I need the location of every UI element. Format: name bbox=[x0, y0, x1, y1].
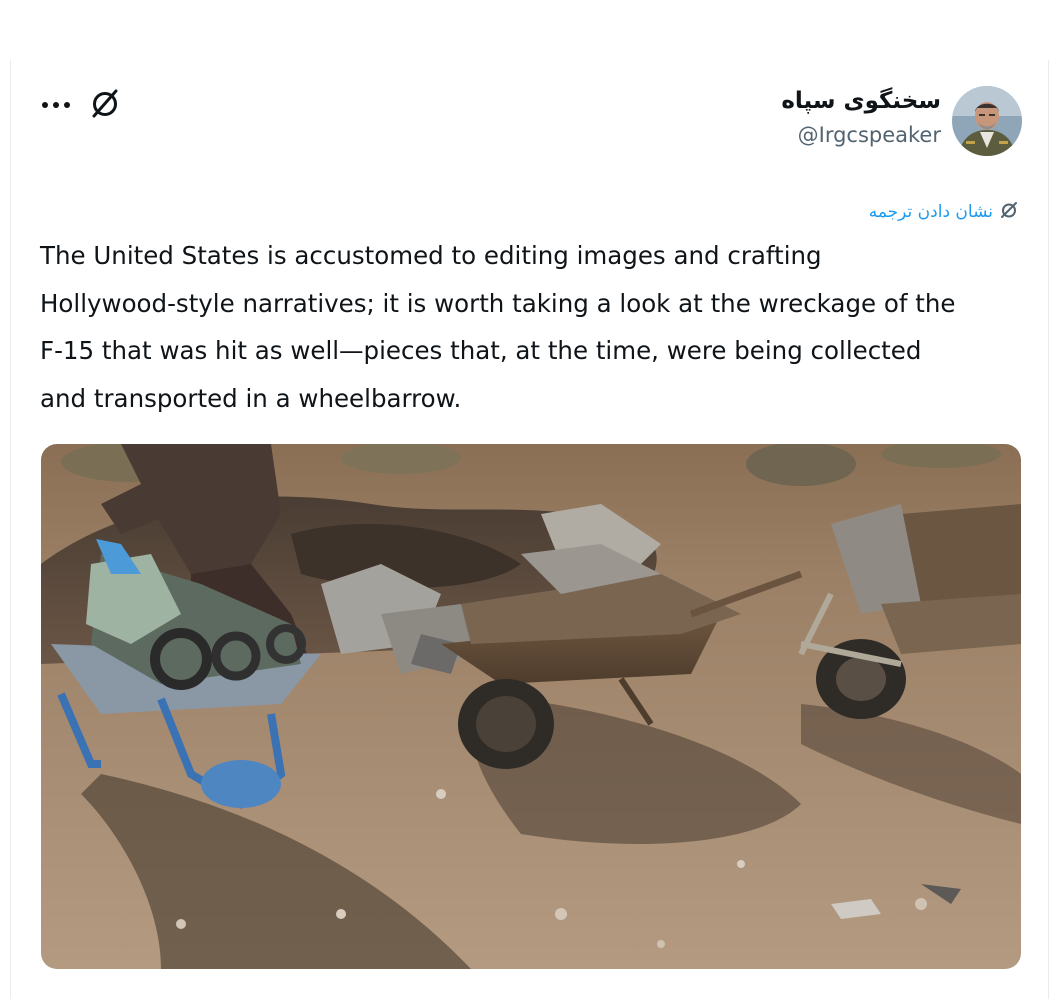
tweet-header: سخنگوی سپاه @Irgcspeaker bbox=[0, 82, 1059, 162]
tweet-photo[interactable] bbox=[41, 444, 1021, 969]
avatar[interactable] bbox=[952, 86, 1022, 156]
tweet-text-line: and transported in a wheelbarrow. bbox=[40, 383, 462, 413]
translate-link[interactable]: نشان دادن ترجمه bbox=[869, 197, 1019, 227]
tweet-text: The United States is accustomed to editi… bbox=[40, 232, 1030, 422]
author-handle[interactable]: @Irgcspeaker bbox=[781, 120, 941, 150]
tweet-text-line: The United States is accustomed to editi… bbox=[40, 241, 822, 270]
card-border-right bbox=[1048, 60, 1049, 999]
tweet-text-line: Hollywood-style narratives; it is worth … bbox=[40, 288, 956, 318]
more-horizontal-icon[interactable] bbox=[38, 88, 74, 118]
tweet-screenshot: سخنگوی سپاه @Irgcspeaker نشان دادن ترجمه… bbox=[0, 0, 1059, 999]
card-border-left bbox=[10, 60, 11, 999]
grok-icon bbox=[999, 200, 1019, 224]
tweet-text-line: F-15 that was hit as well—pieces that, a… bbox=[40, 336, 922, 365]
author-info: سخنگوی سپاه @Irgcspeaker bbox=[781, 86, 941, 150]
translate-label: نشان دادن ترجمه bbox=[868, 202, 993, 222]
author-display-name[interactable]: سخنگوی سپاه bbox=[781, 86, 941, 116]
grok-icon[interactable] bbox=[88, 86, 122, 120]
